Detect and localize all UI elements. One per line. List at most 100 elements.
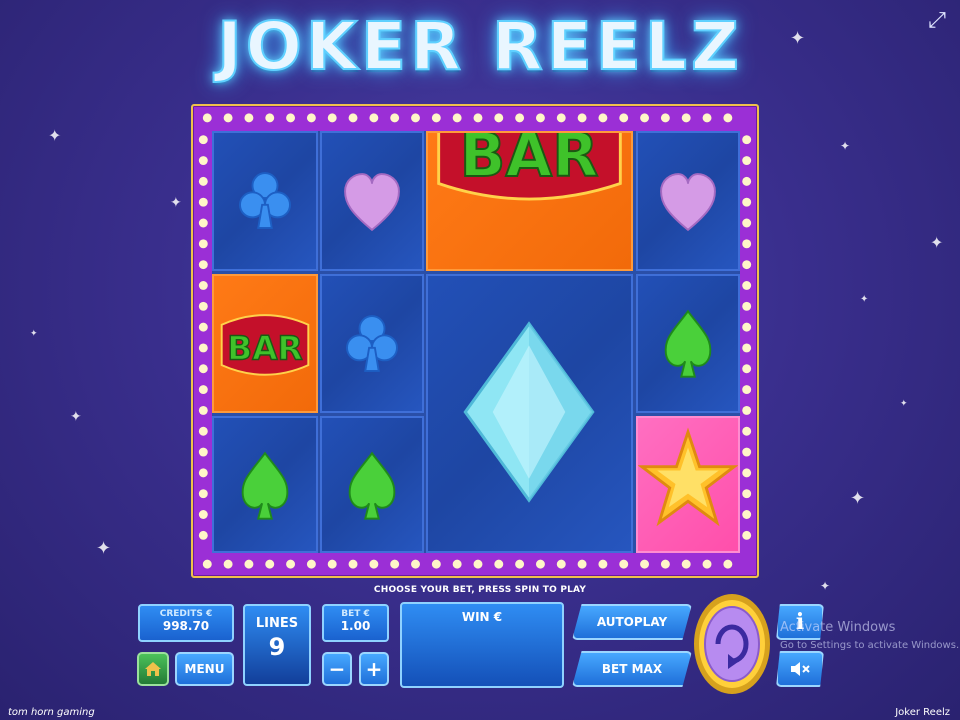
marquee-bulb [327, 559, 337, 569]
bet-display: BET € 1.00 [322, 604, 389, 642]
svg-text:BAR: BAR [460, 133, 599, 191]
marquee-bulb [742, 364, 752, 374]
spin-button[interactable] [692, 592, 772, 696]
bet-instructions: CHOOSE YOUR BET, PRESS SPIN TO PLAY [373, 585, 587, 595]
marquee-bulb [619, 559, 629, 569]
marquee-bulb [265, 113, 275, 123]
marquee-bulb [640, 113, 650, 123]
marquee-bulb [742, 281, 752, 290]
marquee-bulb [577, 559, 587, 569]
marquee-bulb [369, 113, 379, 123]
os-watermark-title: Activate Windows [780, 620, 896, 635]
marquee-bulb [198, 156, 208, 165]
marquee-bulb [198, 322, 208, 332]
marquee-bulb [742, 176, 752, 186]
marquee-bulb [598, 559, 608, 569]
sparkle-icon: ✦ [96, 538, 112, 559]
marquee-bulb [306, 559, 316, 569]
win-label: WIN € [461, 610, 503, 624]
bet-value: 1.00 [340, 619, 371, 633]
marquee-bulb [198, 489, 208, 499]
marquee-bulb [265, 559, 275, 569]
spade-icon [348, 451, 396, 520]
fullscreen-icon[interactable]: ⤢ [924, 8, 950, 34]
heart-icon [344, 173, 400, 232]
win-display: WIN € [400, 602, 564, 688]
bet-max-button[interactable]: BET MAX [572, 651, 692, 687]
marquee-bulb [198, 385, 208, 395]
marquee-bulb [198, 530, 208, 540]
marquee-bulb [431, 559, 441, 569]
lines-display[interactable]: LINES 9 [243, 604, 311, 686]
game-title: JOKER REELZ [216, 7, 743, 86]
reel-cell-spade [636, 274, 740, 413]
sparkle-icon: ✦ [170, 195, 182, 211]
marquee-bulb [723, 113, 733, 123]
sparkle-icon: ✦ [48, 126, 62, 145]
marquee-bulb [702, 113, 712, 123]
marquee-bulb [198, 176, 208, 186]
marquee-bulb [660, 559, 670, 569]
reel-cell-diamond-large [426, 274, 633, 553]
marquee-bulb [244, 113, 254, 123]
marquee-bulb [742, 447, 752, 457]
lines-label: LINES [255, 616, 299, 631]
sound-toggle-button[interactable] [776, 651, 824, 687]
club-icon [239, 172, 291, 229]
marquee-bulb [286, 559, 296, 569]
marquee-bulb [411, 559, 420, 569]
speaker-mute-icon [791, 662, 810, 676]
marquee-bulb [452, 559, 462, 569]
marquee-bulb [286, 113, 296, 123]
bet-increase-button[interactable]: + [359, 652, 389, 686]
marquee-bulb [202, 559, 212, 569]
marquee-bulb [742, 489, 752, 499]
marquee-bulb [681, 559, 691, 569]
marquee-bulb [598, 113, 608, 123]
sparkle-icon: ✦ [930, 233, 944, 252]
marquee-bulb [223, 559, 233, 569]
autoplay-button[interactable]: AUTOPLAY [572, 604, 692, 640]
spade-icon [241, 451, 289, 520]
marquee-bulb [198, 218, 208, 228]
marquee-bulb [390, 113, 400, 123]
marquee-bulb [244, 559, 254, 569]
marquee-bulb [198, 239, 208, 249]
marquee-bulb [742, 218, 752, 228]
marquee-bulb [473, 559, 483, 569]
svg-text:BAR: BAR [227, 329, 302, 367]
home-button[interactable] [137, 652, 169, 686]
marquee-bulb [723, 559, 733, 569]
marquee-bulb [494, 113, 504, 123]
reel-cell-star [636, 416, 740, 553]
marquee-bulb [306, 113, 316, 123]
marquee-bulb [577, 113, 587, 123]
sparkle-icon: ✦ [860, 294, 869, 305]
marquee-bulb [198, 510, 208, 519]
credits-value: 998.70 [162, 619, 210, 633]
provider-logo: tom horn gaming [8, 707, 95, 718]
marquee-bulb [515, 559, 525, 569]
marquee-bulb [411, 113, 420, 123]
credits-label: CREDITS € [159, 609, 213, 619]
reel-cell-bar: BAR [212, 274, 318, 413]
reel-cell-spade [212, 416, 318, 553]
reel-cell-club [320, 274, 424, 413]
reel-cell-spade [320, 416, 424, 553]
marquee-bulb [390, 559, 400, 569]
reel-cell-bar-large: BAR [426, 131, 633, 271]
marquee-bulb [742, 405, 752, 415]
marquee-bulb [742, 468, 752, 478]
bet-decrease-button[interactable]: − [322, 652, 352, 686]
marquee-bulb [535, 559, 545, 569]
heart-icon [660, 173, 716, 232]
marquee-bulb [431, 113, 441, 123]
menu-button[interactable]: MENU [175, 652, 234, 686]
sparkle-icon: ✦ [70, 409, 82, 425]
marquee-bulb [681, 113, 691, 123]
marquee-bulb [742, 343, 752, 353]
os-watermark-subtitle: Go to Settings to activate Windows. [780, 640, 960, 651]
diamond-icon [463, 321, 595, 503]
marquee-bulb [742, 239, 752, 249]
spin-icon [694, 594, 770, 694]
